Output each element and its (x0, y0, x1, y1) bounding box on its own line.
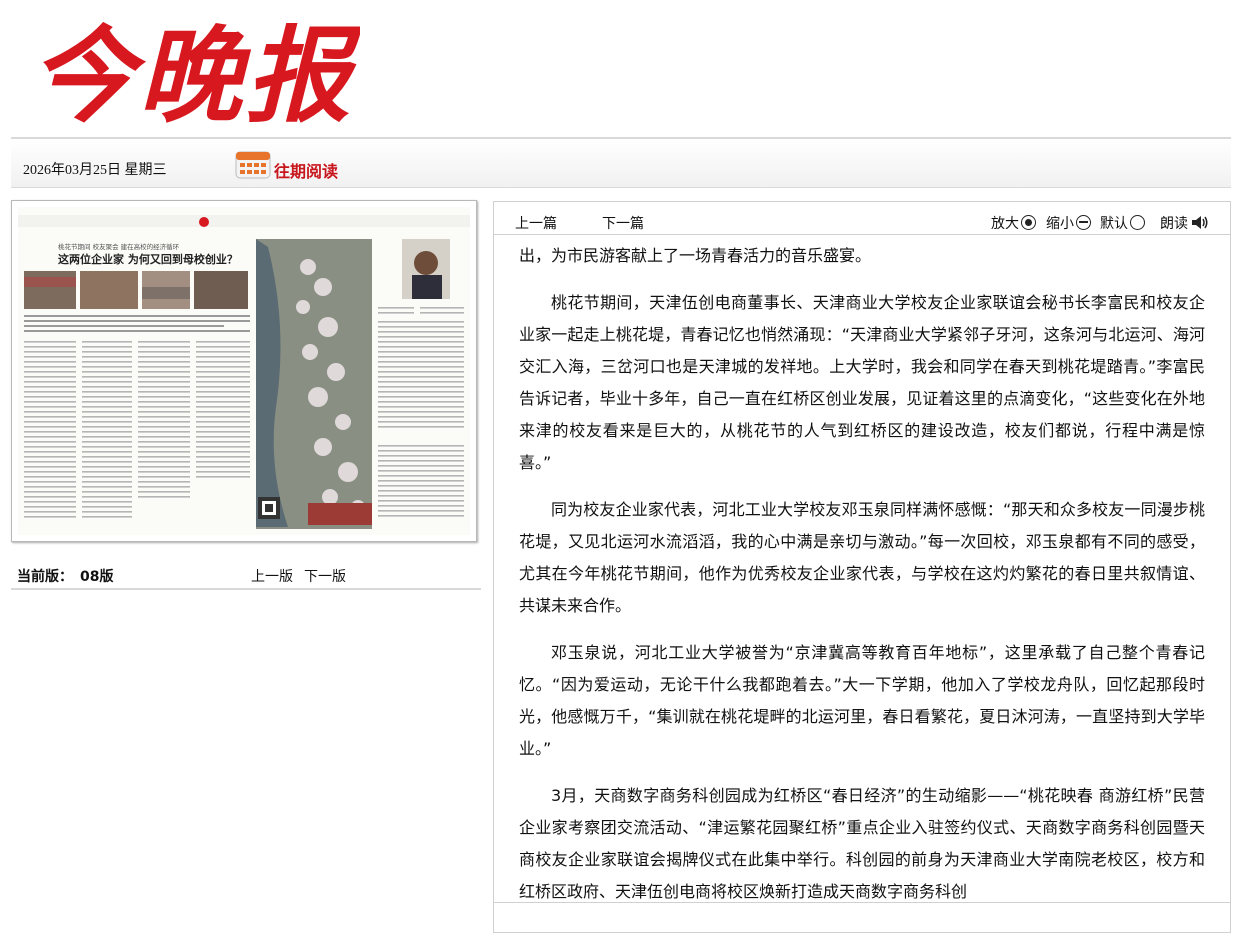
default-size-button[interactable]: 默认 (1100, 213, 1145, 233)
article-paragraph: 桃花节期间，天津伍创电商董事长、天津商业大学校友企业家联谊会秘书长李富民和校友企… (519, 293, 1205, 472)
next-edition-link[interactable]: 下一版 (304, 566, 346, 586)
prev-article-link[interactable]: 上一篇 (515, 213, 557, 233)
zoom-out-label: 缩小 (1046, 216, 1074, 232)
zoom-out-icon (1076, 215, 1091, 230)
article-toolbar: 上一篇 下一篇 放大 缩小 默认 朗读 (494, 202, 1230, 235)
zoom-out-button[interactable]: 缩小 (1046, 213, 1091, 233)
thumb-kicker: 桃花节期间 校友聚会 建在高校的经济循环 (58, 242, 180, 251)
article-paragraph: 邓玉泉说，河北工业大学被誉为“京津冀高等教育百年地标”，这里承载了自己整个青春记… (519, 643, 1205, 758)
panel-divider (494, 902, 1230, 903)
logo-calligraphy: 今晚报 (30, 14, 360, 137)
article-panel: 上一篇 下一篇 放大 缩小 默认 朗读 出，为市民游客献上了一场青春活力的音乐盛… (493, 201, 1231, 933)
speaker-icon (1192, 216, 1208, 229)
issue-date: 2026年03月25日 星期三 (23, 163, 167, 178)
zoom-in-label: 放大 (991, 216, 1019, 232)
next-article-link[interactable]: 下一篇 (602, 213, 644, 233)
article-paragraph: 出，为市民游客献上了一场青春活力的音乐盛宴。 (519, 246, 872, 265)
default-size-icon (1130, 215, 1145, 230)
edition-label: 当前版： (17, 569, 73, 585)
zoom-in-button[interactable]: 放大 (991, 213, 1036, 233)
thumb-headline: 这两位企业家 为何又回到母校创业？ (58, 252, 238, 266)
logo-text: 今晚报 (30, 14, 360, 129)
read-aloud-label: 朗读 (1160, 216, 1188, 232)
edition-value: 08版 (80, 569, 114, 585)
page-preview[interactable]: 桃花节期间 校友聚会 建在高校的经济循环 这两位企业家 为何又回到母校创业？ (18, 207, 470, 535)
article-paragraph: 同为校友企业家代表，河北工业大学校友邓玉泉同样满怀感慨：“那天和众多校友一同漫步… (519, 500, 1205, 615)
default-size-label: 默认 (1100, 216, 1128, 232)
read-aloud-button[interactable]: 朗读 (1160, 213, 1209, 233)
article-paragraph: 3月，天商数字商务科创园成为红桥区“春日经济”的生动缩影——“桃花映春 商游红桥… (519, 786, 1205, 901)
newspaper-logo: 今晚报 (30, 14, 360, 137)
page-thumbnail[interactable]: 桃花节期间 校友聚会 建在高校的经济循环 这两位企业家 为何又回到母校创业？ (11, 200, 477, 542)
zoom-in-icon (1021, 215, 1036, 230)
article-body: 出，为市民游客献上了一场青春活力的音乐盛宴。 桃花节期间，天津伍创电商董事长、天… (519, 240, 1205, 923)
date-bar: 2026年03月25日 星期三 往期阅读 (11, 137, 1231, 188)
prev-edition-link[interactable]: 上一版 (251, 566, 293, 586)
edition-nav: 当前版： 08版 上一版 下一版 (11, 560, 481, 590)
archive-link[interactable]: 往期阅读 (274, 158, 338, 182)
calendar-icon[interactable] (235, 149, 271, 179)
